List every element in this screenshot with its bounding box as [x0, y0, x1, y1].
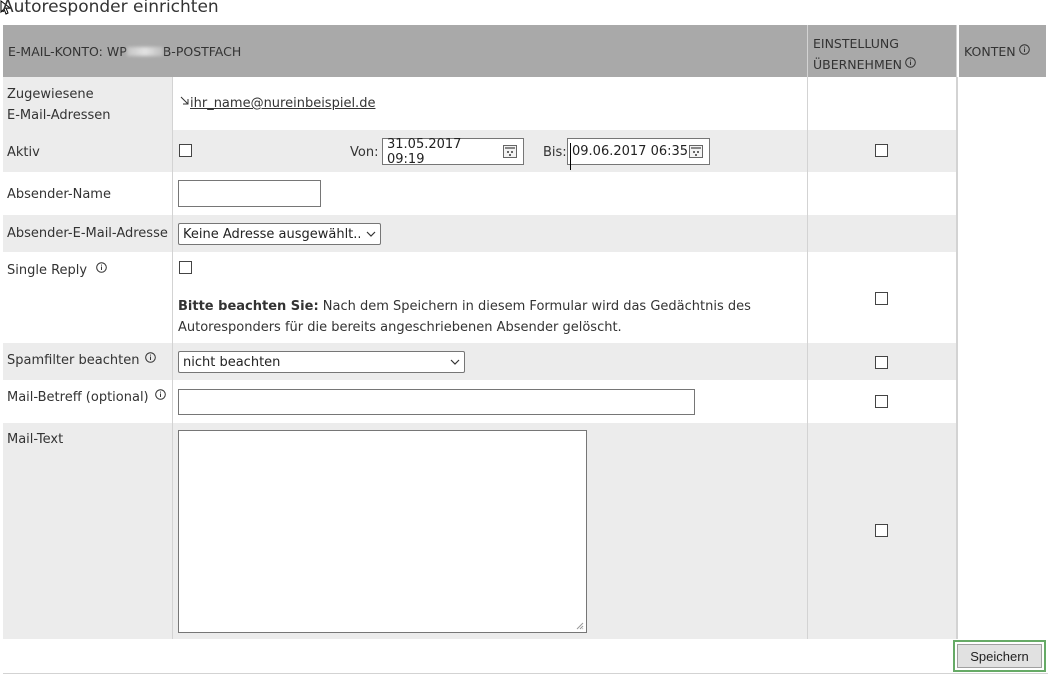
header-account: E-MAIL-KONTO: WP B-POSTFACH: [3, 25, 808, 77]
spamfilter-label: Spamfilter beachten: [7, 353, 140, 368]
to-label: Bis:: [543, 145, 567, 160]
account-name: E-MAIL-KONTO: WP B-POSTFACH: [8, 44, 242, 59]
subject-label: Mail-Betreff (optional): [7, 390, 149, 405]
page-title: Autoresponder einrichten: [2, 0, 219, 17]
row-active-value: Von: 31.05.2017 09:19 Bis: 09.06.2017 06…: [173, 130, 808, 172]
row-active-label-cell: Aktiv: [3, 130, 173, 172]
row-single-reply-apply: [808, 252, 957, 343]
autoresponder-form-table: E-MAIL-KONTO: WP B-POSTFACH EINSTELLUNG ÜB…: [3, 25, 1046, 639]
info-icon[interactable]: [96, 262, 107, 273]
row-sender-email-apply: [808, 215, 957, 252]
row-subject-label-cell: Mail-Betreff (optional): [3, 380, 173, 423]
row-assigned-value: ihr_name@nureinbeispiel.de: [173, 77, 808, 130]
row-sender-name-apply: [808, 172, 957, 215]
row-single-reply-label-cell: Single Reply: [3, 252, 173, 343]
header-apply-setting: EINSTELLUNG ÜBERNEHMEN: [808, 25, 957, 77]
sender-name-label: Absender-Name: [7, 187, 111, 202]
mail-text-textarea[interactable]: [178, 430, 587, 633]
spamfilter-select[interactable]: nicht beachten: [178, 351, 465, 373]
single-reply-checkbox[interactable]: [179, 261, 192, 274]
sender-email-select[interactable]: Keine Adresse ausgewählt...: [178, 223, 381, 245]
row-sender-email-value: Keine Adresse ausgewählt...: [173, 215, 808, 252]
text-caret: [570, 143, 571, 170]
row-mail-text-value: [173, 423, 808, 639]
row-subject-value: [173, 380, 808, 423]
sender-name-input[interactable]: [178, 180, 321, 207]
accounts-column: [957, 77, 1046, 639]
info-icon[interactable]: [145, 352, 157, 363]
header-accounts: KONTEN: [957, 25, 1046, 77]
arrow-down-right-icon: [180, 96, 189, 105]
info-icon[interactable]: [154, 389, 166, 400]
header-accounts-label: KONTEN: [964, 44, 1016, 59]
row-assigned-label: Zugewiesene E-Mail-Adressen: [3, 77, 173, 130]
row-sender-name-value: [173, 172, 808, 215]
save-button[interactable]: Speichern: [953, 640, 1046, 672]
to-date-value: 09.06.2017 06:35: [572, 144, 689, 159]
row-single-reply-value: Bitte beachten Sie: Nach dem Speichern i…: [173, 252, 808, 343]
row-spamfilter-label-cell: Spamfilter beachten: [3, 343, 173, 380]
row-spamfilter-apply: [808, 343, 957, 380]
redacted-mark: [126, 47, 163, 56]
subject-input[interactable]: [178, 389, 695, 415]
row-subject-apply: [808, 380, 957, 423]
resize-handle-icon[interactable]: [576, 622, 584, 630]
mail-text-label: Mail-Text: [7, 432, 64, 447]
row-assigned-apply: [808, 77, 957, 130]
info-icon[interactable]: [905, 57, 916, 68]
active-checkbox[interactable]: [179, 144, 192, 157]
row-sender-email-label-cell: Absender-E-Mail-Adresse: [3, 215, 173, 252]
sender-email-selected: Keine Adresse ausgewählt...: [183, 226, 360, 242]
header-apply-line2: ÜBERNEHMEN: [813, 57, 902, 72]
chevron-down-icon: [450, 359, 460, 365]
row-mail-text-apply: [808, 423, 957, 639]
row-mail-text-label-cell: Mail-Text: [3, 423, 173, 639]
chevron-down-icon: [366, 231, 376, 237]
row-sender-name-label-cell: Absender-Name: [3, 172, 173, 215]
single-reply-note: Bitte beachten Sie: Nach dem Speichern i…: [178, 299, 751, 335]
to-date-input[interactable]: 09.06.2017 06:35: [567, 138, 710, 165]
calendar-icon[interactable]: [503, 145, 517, 158]
save-button-label: Speichern: [957, 644, 1042, 668]
from-date-input[interactable]: 31.05.2017 09:19: [382, 136, 524, 167]
apply-single-reply-checkbox[interactable]: [875, 292, 888, 305]
from-label: Von:: [350, 145, 379, 160]
single-reply-label: Single Reply: [7, 263, 88, 278]
assigned-email-link[interactable]: ihr_name@nureinbeispiel.de: [190, 96, 375, 111]
apply-subject-checkbox[interactable]: [875, 395, 888, 408]
apply-mail-text-checkbox[interactable]: [875, 524, 888, 537]
divider: [3, 673, 1048, 674]
sender-email-label: Absender-E-Mail-Adresse: [7, 226, 168, 241]
active-label: Aktiv: [7, 145, 40, 160]
apply-spamfilter-checkbox[interactable]: [875, 356, 888, 369]
header-apply-line1: EINSTELLUNG: [813, 36, 899, 51]
from-date-value: 31.05.2017 09:19: [387, 136, 462, 167]
spamfilter-selected: nicht beachten: [183, 354, 281, 370]
info-icon[interactable]: [1018, 44, 1030, 55]
calendar-icon[interactable]: [689, 145, 703, 158]
row-spamfilter-value: nicht beachten: [173, 343, 808, 380]
row-active-apply: [808, 130, 957, 172]
apply-active-checkbox[interactable]: [875, 144, 888, 157]
